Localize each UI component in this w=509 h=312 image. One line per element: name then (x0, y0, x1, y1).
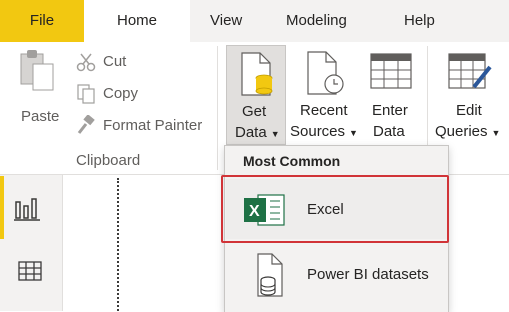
edit-queries-label-line2: Queries ▼ (435, 123, 501, 140)
data-view-button[interactable] (18, 261, 48, 287)
format-painter-label: Format Painter (103, 117, 203, 134)
recent-sources-label-line2: Sources ▼ (290, 123, 358, 140)
copy-button[interactable]: Copy (76, 83, 186, 105)
edit-queries-icon (448, 53, 492, 89)
enter-data-label-line1: Enter (372, 102, 408, 119)
paste-button[interactable]: Paste (8, 48, 68, 128)
enter-data-button[interactable]: Enter Data (364, 45, 418, 145)
dropdown-item-power-bi-datasets[interactable]: Power BI datasets (226, 245, 447, 305)
data-view-icon (18, 261, 42, 281)
paintbrush-icon (77, 115, 95, 134)
active-view-indicator (0, 176, 4, 239)
copy-label: Copy (103, 85, 139, 102)
ribbon-separator (217, 46, 218, 170)
ribbon-tab-bar: File Home View Modeling Help (0, 0, 509, 42)
report-view-button[interactable] (14, 196, 48, 226)
canvas-page-edge (117, 178, 119, 311)
copy-icon (77, 84, 95, 104)
chevron-down-icon: ▼ (491, 128, 501, 138)
tab-home[interactable]: Home (84, 0, 190, 42)
dropdown-header: Most Common (225, 146, 448, 176)
table-icon (370, 53, 412, 89)
enter-data-label-line2: Data (373, 123, 405, 140)
tab-file[interactable]: File (0, 0, 84, 42)
cut-label: Cut (103, 53, 127, 70)
chevron-down-icon: ▼ (270, 129, 280, 139)
get-data-label-line2: Data ▼ (235, 124, 280, 141)
dataset-icon (257, 253, 283, 297)
chevron-down-icon: ▼ (349, 128, 358, 138)
most-common-heading: Most Common (243, 153, 341, 169)
recent-sources-label-line1: Recent (300, 102, 348, 119)
clipboard-icon (20, 50, 54, 91)
paste-label: Paste (21, 108, 60, 125)
tab-view[interactable]: View (210, 0, 242, 42)
edit-queries-label-line1: Edit (456, 102, 482, 119)
ribbon-separator (427, 46, 428, 146)
excel-highlight-box (221, 175, 449, 243)
tab-modeling[interactable]: Modeling (286, 0, 347, 42)
cut-button[interactable]: Cut (76, 52, 186, 74)
power-bi-datasets-label: Power BI datasets (307, 266, 429, 283)
get-data-label-line1: Get (242, 103, 267, 120)
clipboard-group-label: Clipboard (76, 152, 141, 169)
get-data-icon (241, 52, 273, 96)
edit-queries-button[interactable]: Edit Queries ▼ (434, 45, 509, 145)
format-painter-button[interactable]: Format Painter (76, 115, 216, 137)
recent-sources-button[interactable]: Recent Sources ▼ (290, 45, 360, 145)
get-data-button[interactable]: Get Data ▼ (226, 45, 286, 145)
report-view-icon (14, 198, 40, 221)
scissors-icon (76, 53, 96, 72)
recent-sources-icon (307, 51, 344, 95)
tab-help[interactable]: Help (404, 0, 435, 42)
